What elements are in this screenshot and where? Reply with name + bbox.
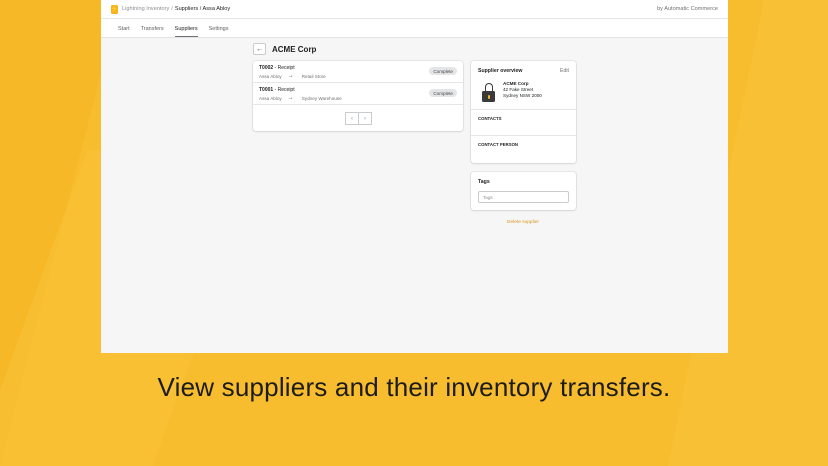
nav-tabs: Start Transfers Suppliers Settings bbox=[101, 19, 728, 38]
transfers-card: T0002 - Receipt Assa Abloy → Retail Stor… bbox=[253, 61, 463, 131]
arrow-left-icon: ← bbox=[256, 45, 263, 53]
tags-input[interactable]: Tags bbox=[478, 191, 569, 203]
tags-card: Tags Tags bbox=[471, 172, 576, 210]
app-window: ⚡ Lightning Inventory / Suppliers / Assa… bbox=[101, 0, 728, 353]
transfer-type: Receipt bbox=[277, 65, 295, 71]
page-header: ← ACME Corp bbox=[253, 43, 316, 55]
supplier-address: ACME Corp 42 Fake Street Sydney NSW 2000 bbox=[503, 81, 542, 103]
chevron-right-icon: › bbox=[364, 115, 366, 122]
top-bar: ⚡ Lightning Inventory / Suppliers / Assa… bbox=[101, 0, 728, 19]
transfer-title: T0001 - Receipt bbox=[259, 87, 457, 93]
lock-shackle bbox=[484, 83, 493, 91]
transfer-type: Receipt bbox=[277, 87, 295, 93]
supplier-city: Sydney NSW 2000 bbox=[503, 93, 542, 98]
table-row[interactable]: T0001 - Receipt Assa Abloy → Sydney Ware… bbox=[253, 83, 463, 105]
chevron-left-icon: ‹ bbox=[351, 115, 353, 122]
supplier-overview-card: Supplier overview Edit ACME Corp 42 Fake… bbox=[471, 61, 576, 163]
transfer-from: Assa Abloy bbox=[259, 73, 282, 79]
transfer-route: Assa Abloy → Sydney Warehouse bbox=[259, 95, 457, 101]
arrow-right-icon: → bbox=[287, 73, 294, 79]
tab-settings[interactable]: Settings bbox=[209, 26, 229, 37]
breadcrumb-app[interactable]: Lightning Inventory bbox=[122, 6, 169, 12]
tab-suppliers[interactable]: Suppliers bbox=[174, 26, 198, 37]
transfer-to: Sydney Warehouse bbox=[301, 95, 342, 101]
overview-title: Supplier overview bbox=[478, 68, 523, 74]
transfer-number: T0002 bbox=[259, 65, 274, 71]
tags-title: Tags bbox=[478, 179, 490, 185]
status-badge: Complete bbox=[429, 67, 457, 75]
vendor-label: by Automatic Commerce bbox=[657, 6, 718, 12]
status-badge: Complete bbox=[429, 89, 457, 97]
next-page-button[interactable]: › bbox=[359, 112, 372, 125]
breadcrumb-current: Suppliers / Assa Abloy bbox=[174, 6, 231, 12]
contact-person-section: CONTACT PERSON bbox=[471, 135, 576, 163]
overview-body: ACME Corp 42 Fake Street Sydney NSW 2000 bbox=[471, 74, 576, 103]
transfer-from: Assa Abloy bbox=[259, 95, 282, 101]
page-title: ACME Corp bbox=[272, 44, 317, 54]
pagination: ‹ › bbox=[345, 112, 372, 125]
lock-keyhole bbox=[487, 95, 490, 99]
lightning-logo-icon: ⚡ bbox=[110, 4, 119, 14]
tab-start[interactable]: Start bbox=[118, 26, 130, 37]
caption: View suppliers and their inventory trans… bbox=[157, 372, 671, 402]
overview-header: Supplier overview Edit bbox=[471, 61, 576, 74]
contacts-section: CONTACTS bbox=[471, 109, 576, 135]
breadcrumb-separator: / bbox=[171, 6, 173, 12]
transfer-to: Retail Store bbox=[301, 73, 326, 79]
tab-transfers[interactable]: Transfers bbox=[141, 26, 164, 37]
delete-supplier-link[interactable]: Delete supplier bbox=[507, 220, 539, 225]
previous-page-button[interactable]: ‹ bbox=[345, 112, 359, 125]
lock-icon bbox=[482, 83, 495, 103]
arrow-right-icon: → bbox=[287, 95, 294, 101]
back-button[interactable]: ← bbox=[253, 43, 266, 55]
edit-link[interactable]: Edit bbox=[560, 68, 569, 74]
table-row[interactable]: T0002 - Receipt Assa Abloy → Retail Stor… bbox=[253, 61, 463, 83]
transfer-title: T0002 - Receipt bbox=[259, 65, 457, 71]
transfer-number: T0001 bbox=[259, 87, 274, 93]
transfer-route: Assa Abloy → Retail Store bbox=[259, 73, 457, 79]
